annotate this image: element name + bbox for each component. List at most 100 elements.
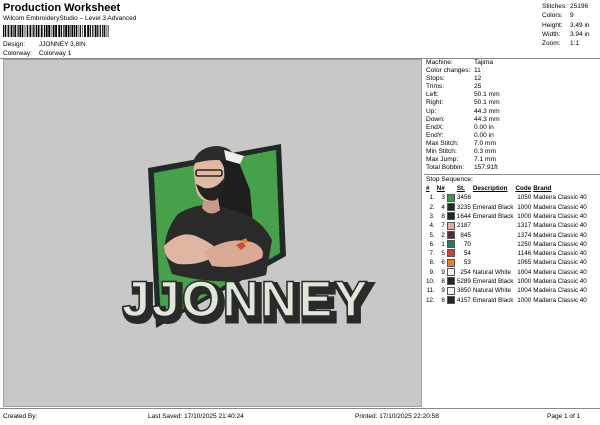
row-code: 1000	[517, 212, 532, 220]
row-stitches: 845	[460, 231, 471, 239]
row-code: 1250	[517, 240, 532, 248]
table-row: 6. 1 70 1250 Madeira Classic 40	[426, 240, 589, 249]
col-code: Code	[515, 185, 532, 193]
row-stitches: 53	[463, 259, 471, 267]
row-index: 7.	[429, 250, 435, 258]
table-row: 2. 4 3235 Emerald Black 1000 Madeira Classic …	[426, 202, 589, 212]
row-index: 3.	[429, 212, 435, 220]
table-row: 9. 9 254 Natural White 1004 Madeira Classic 4…	[426, 268, 589, 277]
worksheet-header: Production Worksheet Wilcom EmbroiderySt…	[0, 0, 600, 58]
row-code: 1050	[517, 194, 532, 202]
row-stitches: 5289	[456, 277, 471, 285]
embroidery-design-artwork: JJONNEY JJONNEY	[121, 144, 374, 335]
row-code: 1000	[517, 203, 532, 211]
row-stitches: 3235	[456, 203, 471, 211]
row-needle: 7	[441, 222, 445, 230]
table-row: 1. 3 3456 1050 Madeira Classic 40	[426, 193, 589, 202]
worksheet-title: Production Worksheet	[3, 2, 121, 14]
info-row: Max Stitch: 7.0 mm	[426, 139, 496, 147]
row-description: Emerald Black	[472, 203, 514, 211]
row-description	[473, 231, 516, 240]
info-row: Down: 44.3 mm	[426, 115, 500, 123]
table-row: 11. 9 3850 Natural White 1004 Madeira Classic…	[426, 286, 589, 295]
row-stitches: 3850	[456, 287, 471, 295]
row-code: 1065	[517, 259, 532, 267]
row-stitches: 1644	[456, 212, 471, 220]
color-swatch	[446, 212, 455, 221]
color-swatch	[446, 249, 455, 258]
created-by: Created By:	[3, 413, 38, 420]
stop-sequence-header: # N# St. Description Code Brand	[426, 184, 589, 193]
stat-stitches: Stitches: 25196	[542, 3, 589, 10]
row-brand: Madeira Classic 40	[533, 287, 587, 295]
row-brand: Madeira Classic 40	[533, 296, 587, 304]
row-brand: Madeira Classic 40	[533, 203, 587, 211]
colorway-value: Colorway 1	[38, 50, 72, 57]
info-row: Left: 50.1 mm	[426, 91, 500, 99]
stat-colors: Colors: 9	[542, 12, 574, 20]
info-row: Max Jump: 7.1 mm	[426, 156, 496, 164]
color-swatch	[446, 230, 455, 239]
color-swatch	[446, 221, 455, 230]
table-row: 5. 2 845 1374 Madeira Classic 40	[426, 230, 589, 240]
row-needle: 9	[441, 268, 445, 276]
color-swatch	[446, 202, 455, 211]
machine-info-panel: Machine: Tajima Color changes: 11 Stops: 12 Tr…	[424, 59, 600, 407]
row-brand: Madeira Classic 40	[533, 268, 587, 276]
info-row: Color changes: 11	[426, 67, 481, 75]
row-description	[473, 240, 516, 249]
row-description: Natural White	[472, 287, 511, 295]
stop-sequence-title: Stop Sequence:	[424, 174, 600, 184]
info-row: Trims: 25	[426, 83, 482, 91]
row-code: 1374	[517, 231, 532, 239]
row-brand: Madeira Classic 40	[533, 240, 587, 248]
col-brand: Brand	[533, 185, 552, 193]
row-brand: Madeira Classic 40	[533, 259, 587, 267]
info-row: Machine: Tajima	[426, 59, 494, 66]
worksheet-footer: Created By: Last Saved: 17/10/2025 21:40…	[0, 408, 600, 425]
row-code: 1004	[517, 287, 532, 295]
col-stitches: St.	[456, 185, 465, 193]
col-index: #	[426, 185, 430, 193]
design-label: Design:	[3, 41, 26, 48]
color-swatch	[446, 295, 455, 304]
info-row: EndX: 0.00 in	[426, 123, 494, 131]
row-index: 2.	[429, 203, 435, 211]
row-needle: 3	[441, 194, 445, 202]
row-brand: Madeira Classic 40	[533, 212, 587, 220]
printed-date: Printed: 17/10/2025 22:20:58	[355, 413, 439, 420]
row-description: Natural White	[472, 268, 511, 276]
row-needle: 9	[441, 287, 445, 295]
row-description	[473, 249, 516, 258]
row-code: 1000	[517, 296, 532, 304]
design-preview[interactable]: JJONNEY JJONNEY	[3, 59, 422, 407]
row-index: 12.	[426, 296, 435, 304]
last-saved: Last Saved: 17/10/2025 21:40:24	[148, 413, 244, 420]
row-brand: Madeira Classic 40	[533, 250, 587, 258]
table-row: 4. 7 2187 1317 Madeira Classic 40	[426, 221, 589, 230]
design-stats: Stitches: 25196 Colors: 9 Height: 3.49 in W…	[542, 2, 600, 48]
stop-sequence-table: # N# St. Description Code Brand 1. 3 3456 1…	[426, 184, 589, 305]
page-number: Page 1 of 1	[547, 413, 581, 420]
color-swatch	[446, 268, 455, 277]
row-index: 5.	[429, 231, 435, 239]
stat-zoom: Zoom: 1:1	[542, 40, 580, 48]
row-stitches: 54	[463, 250, 471, 258]
info-row: Right: 50.1 mm	[426, 99, 500, 107]
row-description: Emerald Black	[472, 296, 514, 304]
colorway-row: Colorway: Colorway 1	[3, 50, 71, 57]
table-row: 7. 5 54 1146 Madeira Classic 40	[426, 249, 589, 258]
col-needle: N#	[436, 185, 445, 193]
design-row: Design: JJONNEY 3,8IN	[3, 41, 86, 48]
row-description	[473, 258, 516, 267]
info-row: Min Stitch: 0.3 mm	[426, 148, 496, 156]
row-needle: 6	[441, 259, 445, 267]
row-brand: Madeira Classic 40	[533, 194, 587, 202]
row-stitches: 70	[463, 240, 471, 248]
stat-height: Height: 3.49 in	[542, 21, 590, 29]
row-brand: Madeira Classic 40	[533, 277, 587, 285]
barcode-icon	[3, 25, 109, 37]
table-row: 10. 8 5289 Emerald Black 1000 Madeira Classic…	[426, 277, 589, 286]
row-index: 11.	[426, 287, 435, 295]
table-row: 3. 8 1644 Emerald Black 1000 Madeira Classic …	[426, 212, 589, 221]
